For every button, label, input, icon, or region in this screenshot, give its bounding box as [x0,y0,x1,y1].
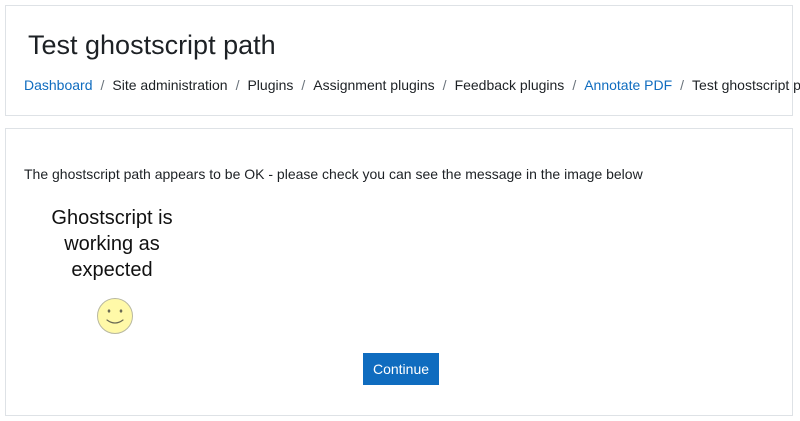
breadcrumb: Dashboard / Site administration / Plugin… [24,77,800,93]
breadcrumb-site-administration: Site administration [112,77,228,93]
test-image-text: Ghostscript is working as expected [24,205,200,283]
breadcrumb-separator: / [572,77,577,93]
breadcrumb-current-page: Test ghostscript path [692,77,800,93]
smiley-face-icon [97,298,133,334]
main-content: The ghostscript path appears to be OK - … [5,128,793,416]
breadcrumb-dashboard[interactable]: Dashboard [24,77,93,93]
continue-button[interactable]: Continue [363,353,439,385]
breadcrumb-plugins: Plugins [247,77,294,93]
breadcrumb-separator: / [442,77,447,93]
breadcrumb-separator: / [680,77,685,93]
status-message: The ghostscript path appears to be OK - … [24,166,643,182]
page-header: Test ghostscript path Dashboard / Site a… [5,5,800,116]
test-image-text-line: working as [64,233,160,255]
breadcrumb-annotate-pdf[interactable]: Annotate PDF [584,77,672,93]
breadcrumb-feedback-plugins: Feedback plugins [454,77,565,93]
ghostscript-test-image: Ghostscript is working as expected [24,205,200,339]
breadcrumb-assignment-plugins: Assignment plugins [313,77,435,93]
breadcrumb-separator: / [301,77,306,93]
breadcrumb-separator: / [100,77,105,93]
test-image-text-line: expected [71,259,153,281]
page-title: Test ghostscript path [28,30,276,60]
test-image-text-line: Ghostscript is [51,207,173,229]
breadcrumb-separator: / [235,77,240,93]
